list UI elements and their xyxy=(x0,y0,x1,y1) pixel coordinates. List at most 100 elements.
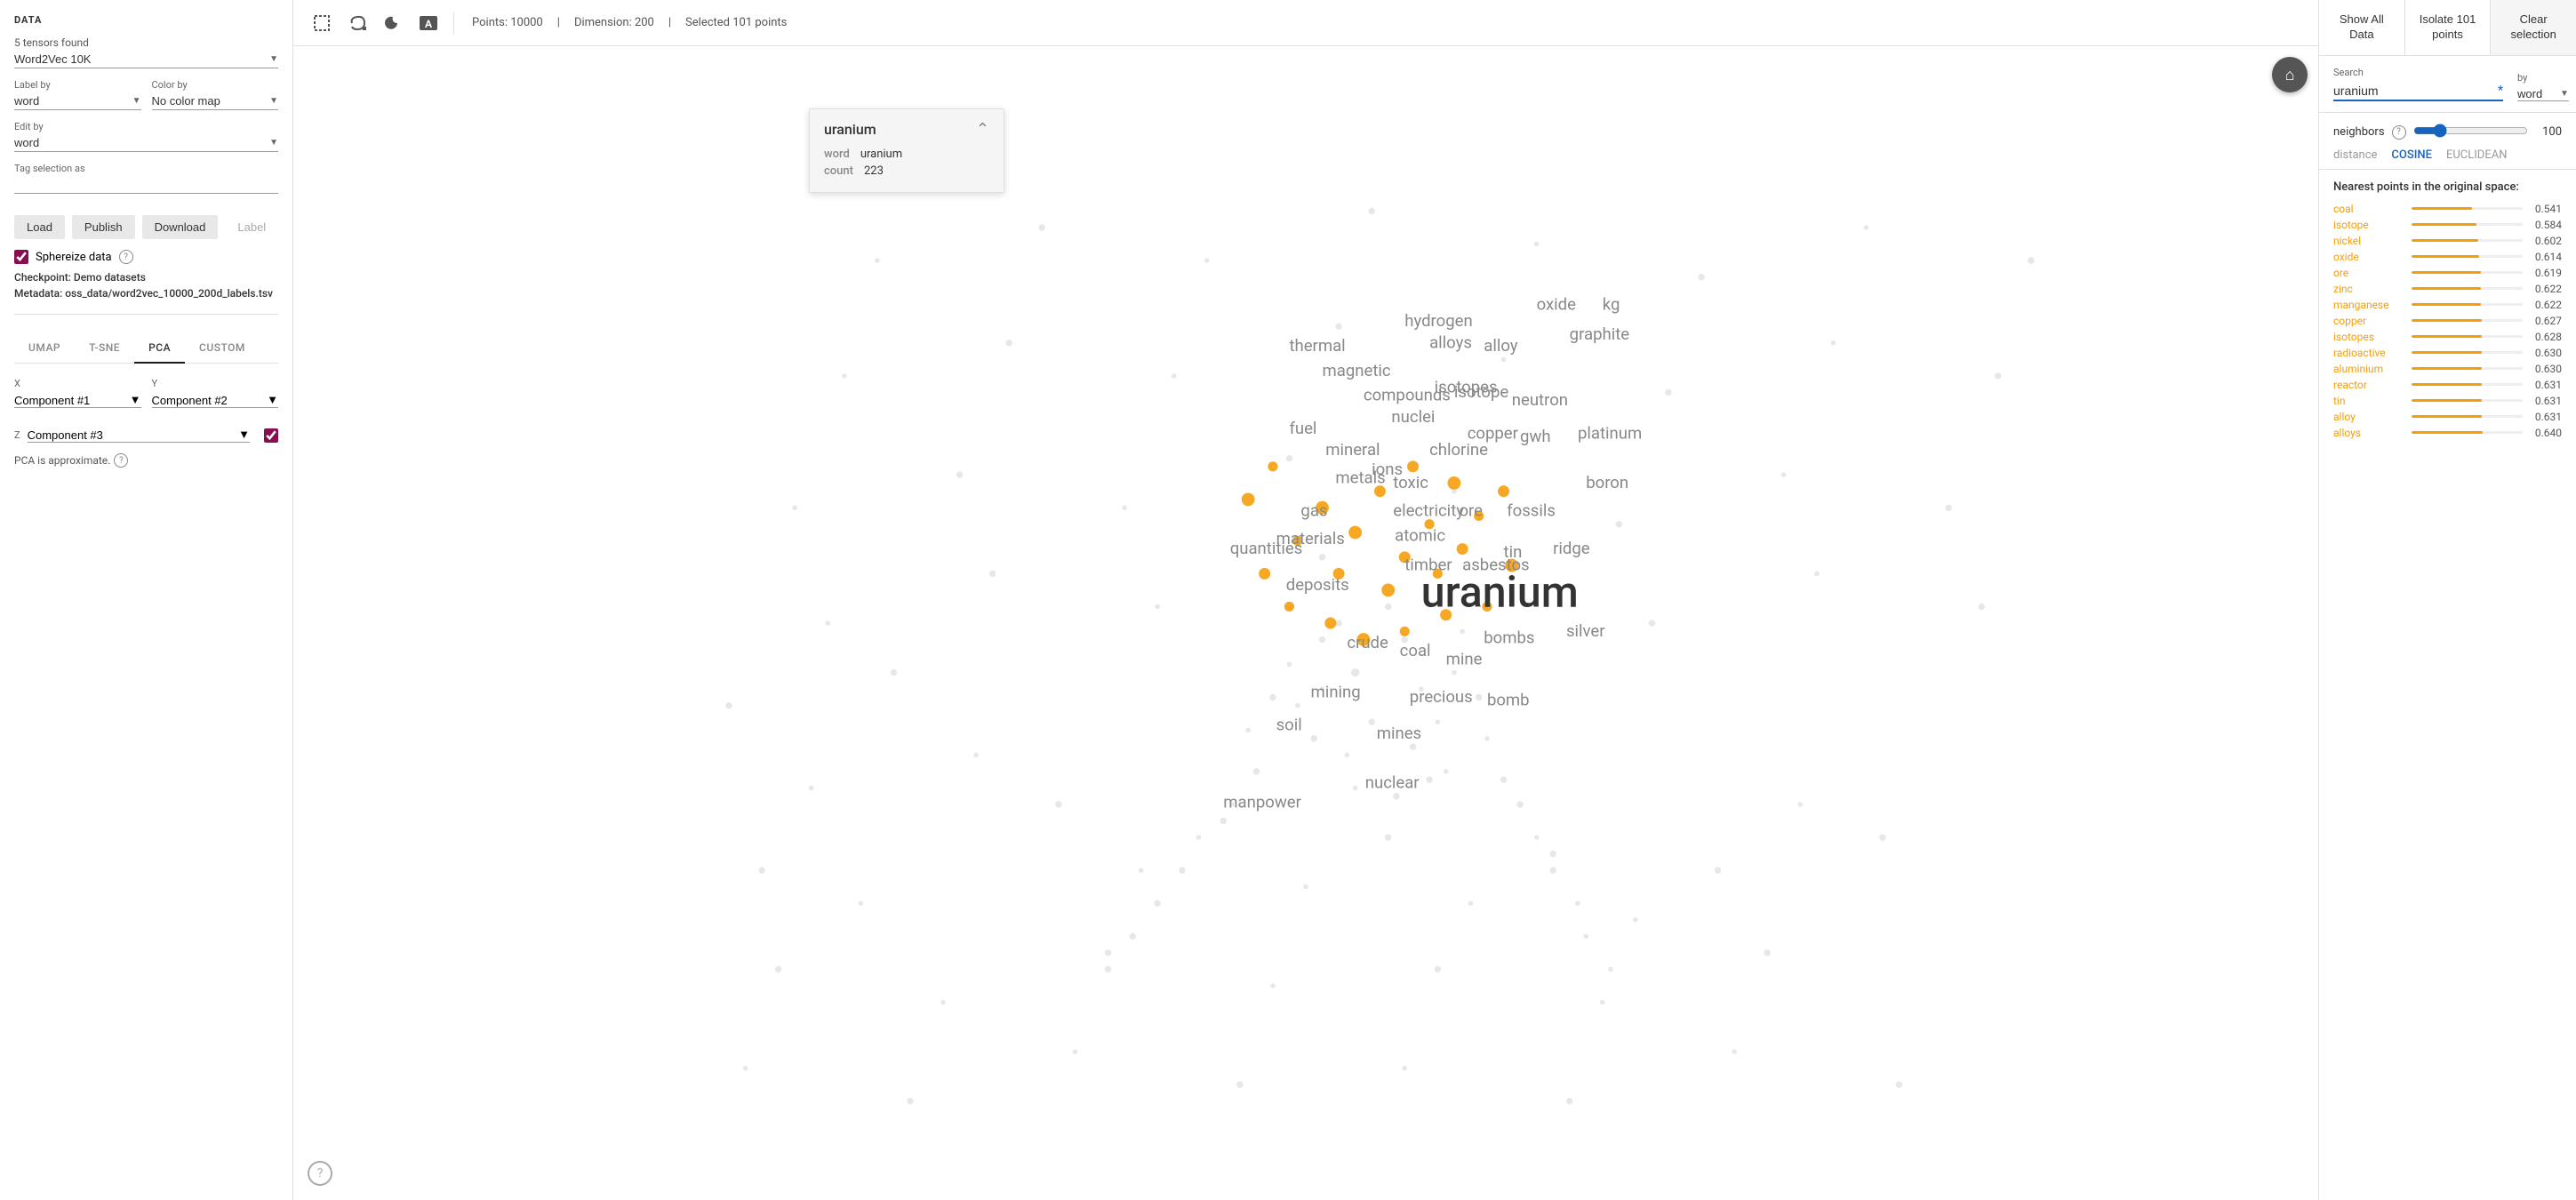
show-all-button[interactable]: Show All Data xyxy=(2319,0,2405,55)
label-graphite: graphite xyxy=(1570,324,1630,344)
nearest-bar xyxy=(2412,415,2482,418)
metadata-row: Metadata: oss_data/word2vec_10000_200d_l… xyxy=(14,287,278,300)
nearest-row: coal0.541 xyxy=(2333,203,2562,215)
nearest-name[interactable]: radioactive xyxy=(2333,347,2404,359)
nearest-name[interactable]: isotopes xyxy=(2333,331,2404,343)
sphereize-checkbox[interactable] xyxy=(14,250,28,264)
nearest-name[interactable]: alloys xyxy=(2333,427,2404,439)
toolbar-separator xyxy=(453,12,454,34)
selection-lasso-icon[interactable] xyxy=(343,9,372,37)
nearest-bar-wrap xyxy=(2412,239,2523,242)
nearest-row: reactor0.631 xyxy=(2333,379,2562,391)
nearest-name[interactable]: nickel xyxy=(2333,235,2404,247)
label-mines: mines xyxy=(1377,724,1421,743)
nearest-row: isotopes 0.628 xyxy=(2333,331,2562,343)
nearest-row: manganese 0.622 xyxy=(2333,299,2562,311)
isolate-button[interactable]: Isolate 101 points xyxy=(2405,0,2492,55)
edit-by-select[interactable]: word xyxy=(14,136,269,149)
by-select[interactable]: word label index xyxy=(2517,87,2560,100)
nearest-name[interactable]: isotope xyxy=(2333,219,2404,231)
search-input[interactable] xyxy=(2333,82,2494,100)
nearest-value: 0.622 xyxy=(2530,299,2562,311)
cosine-option[interactable]: COSINE xyxy=(2391,148,2432,162)
nearest-bar-wrap xyxy=(2412,223,2523,226)
nearest-name[interactable]: manganese xyxy=(2333,299,2404,311)
tooltip-key-word: word xyxy=(824,148,850,161)
label-nuclear: nuclear xyxy=(1365,772,1420,792)
nearest-name[interactable]: ore xyxy=(2333,267,2404,279)
label-coal-lbl: coal xyxy=(1400,641,1431,660)
nearest-value: 0.619 xyxy=(2530,267,2562,279)
nearest-name[interactable]: coal xyxy=(2333,203,2404,215)
nearest-name[interactable]: aluminium xyxy=(2333,363,2404,375)
tensor-select[interactable]: Word2Vec 10K xyxy=(14,52,269,66)
nearest-name[interactable]: alloy xyxy=(2333,411,2404,423)
label-toggle-icon[interactable]: A xyxy=(414,9,443,37)
label-tin-lbl: tin xyxy=(1504,542,1523,562)
nearest-bar-wrap xyxy=(2412,431,2523,434)
nearest-value: 0.631 xyxy=(2530,395,2562,407)
label-button: Label xyxy=(225,215,278,239)
tag-label: Tag selection as xyxy=(14,163,278,174)
nearest-name[interactable]: copper xyxy=(2333,315,2404,327)
download-button[interactable]: Download xyxy=(142,215,219,239)
tab-custom[interactable]: CUSTOM xyxy=(185,332,260,363)
point-cloud-svg[interactable]: ions oxide hydrogen graphite thermal all… xyxy=(293,46,2318,1200)
clear-selection-button[interactable]: Clear selection xyxy=(2491,0,2576,55)
label-kg: kg xyxy=(1603,295,1620,315)
selection-rect-icon[interactable] xyxy=(308,9,336,37)
label-oxide: oxide xyxy=(1537,295,1577,315)
color-by-arrow: ▼ xyxy=(269,96,278,106)
nearest-value: 0.628 xyxy=(2530,331,2562,343)
sphereize-help-icon[interactable]: ? xyxy=(119,250,133,264)
label-nuclei: nuclei xyxy=(1391,407,1435,427)
tab-pca[interactable]: PCA xyxy=(134,332,185,363)
nearest-name[interactable]: tin xyxy=(2333,395,2404,407)
tab-tsne[interactable]: T-SNE xyxy=(75,332,134,363)
nearest-bar xyxy=(2412,223,2476,226)
checkpoint-label: Checkpoint: xyxy=(14,271,71,284)
label-precious: precious xyxy=(1410,687,1473,707)
label-boron: boron xyxy=(1586,473,1628,492)
tag-input[interactable] xyxy=(14,178,278,194)
pca-help-icon[interactable]: ? xyxy=(114,453,128,468)
dimension-info: Dimension: 200 xyxy=(574,16,654,29)
nearest-area: Nearest points in the original space: co… xyxy=(2319,170,2576,1200)
separator1: | xyxy=(557,16,560,29)
label-by-select[interactable]: word xyxy=(14,94,132,108)
nearest-bar-wrap xyxy=(2412,207,2523,210)
y-axis-select[interactable]: Component #2 xyxy=(152,394,268,407)
nearest-bar-wrap xyxy=(2412,383,2523,386)
canvas-area[interactable]: ions oxide hydrogen graphite thermal all… xyxy=(293,46,2318,1200)
label-electricity: electricity xyxy=(1393,500,1464,520)
background-dots xyxy=(725,208,2034,1105)
tooltip-close-icon[interactable]: ⌃ xyxy=(976,120,989,139)
night-mode-icon[interactable] xyxy=(379,9,407,37)
nearest-name[interactable]: reactor xyxy=(2333,379,2404,391)
nearest-name[interactable]: oxide xyxy=(2333,251,2404,263)
neighbors-slider[interactable] xyxy=(2413,124,2528,138)
edit-by-row: Edit by word ▼ xyxy=(14,121,278,152)
publish-button[interactable]: Publish xyxy=(72,215,135,239)
neighbors-help-icon[interactable]: ? xyxy=(2392,125,2406,140)
tab-umap[interactable]: UMAP xyxy=(14,332,75,363)
label-bombs: bombs xyxy=(1484,628,1534,647)
label-alloy: alloy xyxy=(1484,336,1518,356)
help-button[interactable]: ? xyxy=(308,1161,332,1186)
euclidean-option[interactable]: EUCLIDEAN xyxy=(2446,148,2508,162)
x-axis-label: X xyxy=(14,378,141,389)
tooltip-title: uranium xyxy=(824,121,876,138)
z-axis-checkbox[interactable] xyxy=(264,428,278,443)
search-area: Search * by word label index ▼ xyxy=(2319,56,2576,113)
z-axis-select[interactable]: Component #3 xyxy=(28,428,239,442)
nearest-bar xyxy=(2412,383,2482,386)
nearest-name[interactable]: zinc xyxy=(2333,283,2404,295)
nearest-row: zinc0.622 xyxy=(2333,283,2562,295)
search-regex-icon: * xyxy=(2498,84,2503,98)
color-by-select[interactable]: No color map xyxy=(152,94,270,108)
x-axis-select[interactable]: Component #1 xyxy=(14,394,130,407)
left-panel: DATA 5 tensors found Word2Vec 10K ▼ Labe… xyxy=(0,0,293,1200)
load-button[interactable]: Load xyxy=(14,215,65,239)
nearest-bar xyxy=(2412,287,2481,290)
home-button[interactable]: ⌂ xyxy=(2272,57,2308,92)
